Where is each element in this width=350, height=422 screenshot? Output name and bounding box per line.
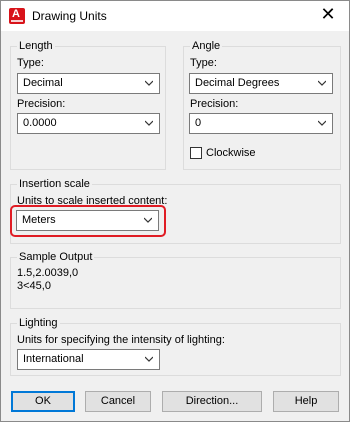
angle-group-title: Angle <box>190 40 223 52</box>
angle-type-select[interactable]: Decimal Degrees <box>189 73 333 94</box>
drawing-units-dialog: Drawing Units ✕ Length Type: Decimal Pre… <box>0 0 350 422</box>
lighting-units-label: Units for specifying the intensity of li… <box>17 334 225 346</box>
angle-type-label: Type: <box>190 57 217 69</box>
angle-type-value: Decimal Degrees <box>195 77 280 89</box>
length-type-select[interactable]: Decimal <box>17 73 160 94</box>
clockwise-checkbox[interactable] <box>190 147 202 159</box>
close-button[interactable]: ✕ <box>317 5 339 27</box>
lighting-group-title: Lighting <box>17 317 60 329</box>
insertion-scale-group-title: Insertion scale <box>17 178 92 190</box>
sample-output-group-title: Sample Output <box>17 251 95 263</box>
ok-button[interactable]: OK <box>11 391 75 412</box>
autocad-app-icon <box>9 8 25 24</box>
lighting-units-value: International <box>23 353 84 365</box>
insertion-units-select[interactable]: Meters <box>16 210 159 231</box>
angle-precision-label: Precision: <box>190 98 239 110</box>
chevron-down-icon <box>318 80 326 86</box>
angle-precision-select[interactable]: 0 <box>189 113 333 134</box>
length-group-title: Length <box>17 40 55 52</box>
length-type-value: Decimal <box>23 77 63 89</box>
length-type-label: Type: <box>17 57 44 69</box>
chevron-down-icon <box>145 80 153 86</box>
angle-precision-value: 0 <box>195 117 202 129</box>
dialog-title: Drawing Units <box>32 9 107 23</box>
length-precision-label: Precision: <box>17 98 66 110</box>
cancel-button[interactable]: Cancel <box>85 391 151 412</box>
direction-button[interactable]: Direction... <box>162 391 262 412</box>
chevron-down-icon <box>144 217 152 223</box>
title-bar: Drawing Units ✕ <box>1 1 349 31</box>
chevron-down-icon <box>318 120 326 126</box>
lighting-units-select[interactable]: International <box>17 349 160 370</box>
insertion-units-value: Meters <box>22 214 56 226</box>
sample-output-group: Sample Output <box>10 251 341 309</box>
chevron-down-icon <box>145 356 153 362</box>
help-button[interactable]: Help <box>273 391 339 412</box>
sample-output-line-1: 1.5,2.0039,0 <box>17 267 79 279</box>
length-precision-value: 0.0000 <box>23 117 57 129</box>
chevron-down-icon <box>145 120 153 126</box>
sample-output-line-2: 3<45,0 <box>17 280 51 292</box>
clockwise-label[interactable]: Clockwise <box>206 147 256 159</box>
length-precision-select[interactable]: 0.0000 <box>17 113 160 134</box>
